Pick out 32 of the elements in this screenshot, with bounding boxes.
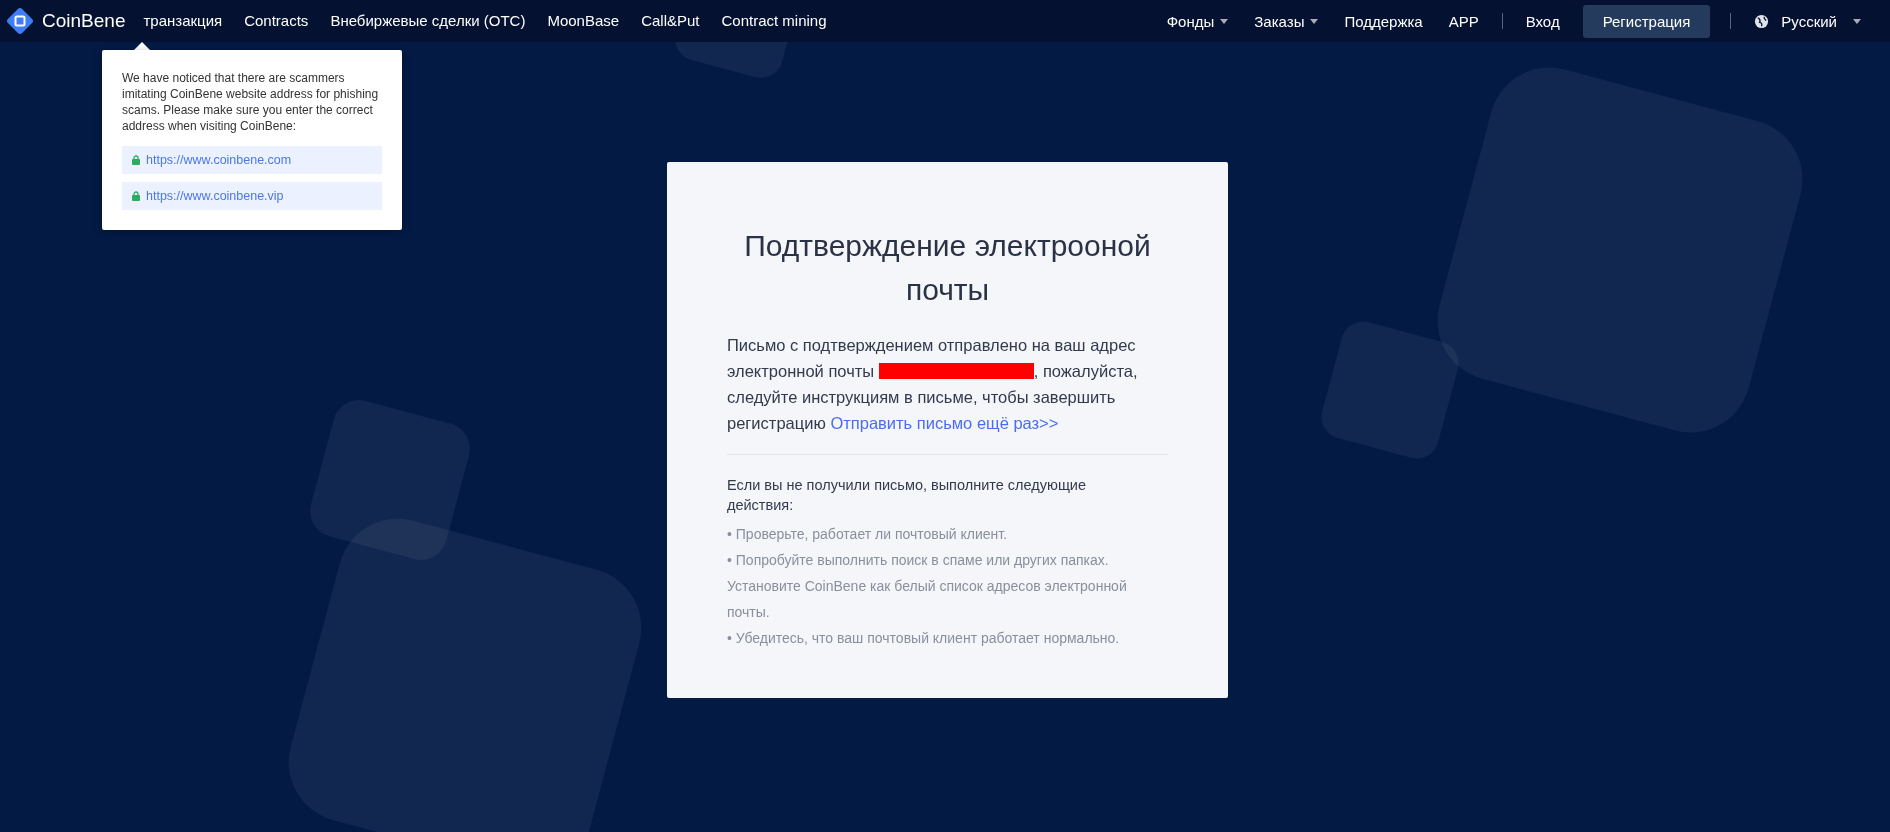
caret-down-icon: [1310, 18, 1319, 24]
nav-link[interactable]: Поддержка: [1344, 12, 1423, 30]
nav-link[interactable]: Contracts: [244, 11, 309, 31]
help-line: • Убедитесь, что ваш почтовый клиент работает нормально.: [727, 629, 1121, 648]
official-url-link[interactable]: https://www.coinbene.com: [122, 146, 382, 174]
nav-link[interactable]: Call&Put: [641, 11, 700, 31]
register-button[interactable]: Регистрация: [1582, 4, 1711, 38]
language-selector[interactable]: Русский: [1754, 12, 1861, 30]
lock-icon: [132, 155, 140, 165]
nav-link[interactable]: MoonBase: [547, 11, 620, 31]
brand-logo[interactable]: CoinBene: [6, 7, 126, 35]
help-line: • Попробуйте выполнить поиск в спаме или других папках.: [727, 551, 1110, 570]
nav-dropdown[interactable]: Заказы: [1254, 12, 1319, 30]
globe-icon: [1754, 13, 1770, 29]
help-line: Установите CoinBene как белый список адресов электронной почты.: [727, 577, 1128, 622]
brand-name: CoinBene: [42, 10, 126, 32]
notice-text: We have noticed that there are scammers imitating CoinBene website address for phishing scams. Please make sure you enter the correct address when visiting CoinBene:: [122, 70, 380, 134]
nav-dropdown[interactable]: Фонды: [1166, 12, 1229, 30]
confirmation-message: Письмо с подтверждением отправлено на ваш адрес электронной почты , пожалуйста, следуйте инструкциям в письме, чтобы завершить регистрацию Отправить письмо ещё раз>>: [727, 335, 1139, 434]
help-heading: Если вы не получили письмо, выполните следующие действия:: [727, 476, 1087, 515]
lock-icon: [132, 191, 140, 201]
help-line: • Проверьте, работает ли почтовый клиент.: [727, 525, 1009, 544]
official-url-link[interactable]: https://www.coinbene.vip: [122, 182, 382, 210]
nav-link[interactable]: транзакция: [143, 11, 223, 31]
resend-email-link[interactable]: Отправить письмо ещё раз>>: [830, 414, 1059, 432]
caret-down-icon: [1853, 18, 1861, 24]
nav-link[interactable]: Contract mining: [721, 11, 827, 31]
nav-link[interactable]: Внебиржевые сделки (OTC): [330, 11, 526, 31]
caret-down-icon: [1220, 18, 1229, 24]
nav-link[interactable]: APP: [1448, 12, 1479, 30]
card-title: Подтверждение электрооной почты: [743, 228, 1152, 308]
nav-link[interactable]: Вход: [1525, 12, 1560, 30]
